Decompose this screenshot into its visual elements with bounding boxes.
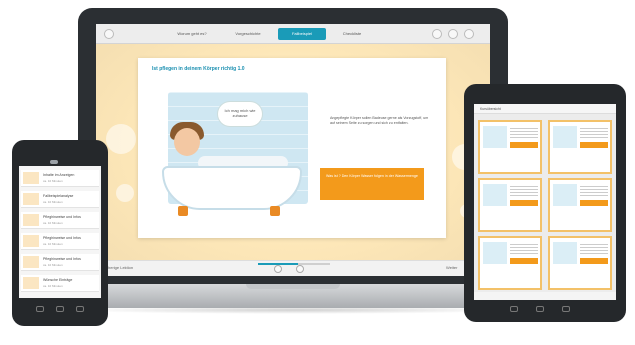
tile-button — [510, 200, 538, 206]
tablet-back-icon[interactable] — [510, 306, 518, 312]
tablet-header: Kursübersicht — [474, 104, 616, 114]
tablet-title: Kursübersicht — [480, 107, 501, 111]
lesson-thumbnail — [23, 277, 39, 289]
phone-menu-icon[interactable] — [76, 306, 84, 312]
tile-illustration — [483, 184, 507, 206]
tab-checkliste[interactable]: Checkliste — [330, 28, 374, 40]
list-item-title: Inhalte im Anzeigen — [43, 173, 75, 177]
list-item[interactable]: Fallbeispielanalyse ca. 10 Minuten — [21, 191, 99, 208]
settings-icon[interactable] — [448, 29, 458, 39]
list-item-duration: ca. 10 Minuten — [43, 179, 63, 183]
lesson-card: Ist pflegen in deinem Körper richtig 1.0… — [138, 58, 446, 238]
decor-bubble — [116, 184, 134, 202]
lesson-tile[interactable] — [548, 178, 612, 232]
tile-button — [510, 142, 538, 148]
lesson-text: Angepflegte Körper sollen Badeuse gerne … — [330, 116, 429, 125]
list-item-duration: ca. 10 Minuten — [43, 200, 63, 204]
list-item-title: Wünsche Einträge — [43, 278, 73, 282]
tile-button — [580, 142, 608, 148]
list-item-duration: ca. 10 Minuten — [43, 221, 63, 225]
lesson-title: Ist pflegen in deinem Körper richtig 1.0 — [152, 66, 245, 72]
phone-home-icon[interactable] — [56, 306, 64, 312]
lesson-thumbnail — [23, 214, 39, 226]
lesson-thumbnail — [23, 172, 39, 184]
phone-back-icon[interactable] — [36, 306, 44, 312]
tablet-menu-icon[interactable] — [562, 306, 570, 312]
tile-illustration — [483, 242, 507, 264]
tile-text — [510, 186, 538, 196]
tile-button — [580, 258, 608, 264]
laptop-screen: Worum geht es? Vorgeschichte Fallbeispie… — [96, 24, 490, 276]
tile-text — [580, 186, 608, 196]
course-toolbar: Worum geht es? Vorgeschichte Fallbeispie… — [96, 24, 490, 44]
list-item-title: Pfleghinweise und Infos — [43, 236, 81, 240]
lesson-thumbnail — [23, 256, 39, 268]
lesson-thumbnail — [23, 235, 39, 247]
list-item-duration: ca. 10 Minuten — [43, 263, 63, 267]
tile-illustration — [553, 126, 577, 148]
tablet-footer — [474, 292, 616, 300]
help-icon[interactable] — [432, 29, 442, 39]
list-item-title: Fallbeispielanalyse — [43, 194, 74, 198]
tablet-home-icon[interactable] — [536, 306, 544, 312]
list-item-duration: ca. 10 Minuten — [43, 242, 63, 246]
next-arrow-icon[interactable] — [296, 265, 304, 273]
tab-worum-geht-es[interactable]: Worum geht es? — [166, 28, 218, 40]
list-item-title: Pfleghinweise und Infos — [43, 257, 81, 261]
tub-foot — [270, 206, 280, 216]
progress-bar — [258, 263, 330, 265]
lesson-tile[interactable] — [548, 120, 612, 174]
next-lesson-link[interactable]: Weiter — [446, 265, 457, 270]
close-icon[interactable] — [464, 29, 474, 39]
tile-button — [580, 200, 608, 206]
prev-arrow-icon[interactable] — [274, 265, 282, 273]
lesson-thumbnail — [23, 193, 39, 205]
tile-text — [510, 128, 538, 138]
decor-bubble — [106, 124, 136, 154]
tile-text — [580, 244, 608, 254]
tab-vorgeschichte[interactable]: Vorgeschichte — [222, 28, 274, 40]
list-item-title: Pfleghinweise und Infos — [43, 215, 81, 219]
bottom-navigation: Vorherige Lektion Weiter — [96, 260, 490, 276]
speech-bubble: Ich mag mich wie zuhause — [218, 102, 262, 126]
person-illustration — [174, 128, 200, 156]
tile-text — [580, 128, 608, 138]
tablet-screen: Kursübersicht — [474, 104, 616, 300]
phone-screen: Inhalte im Anzeigen ca. 10 Minuten Fallb… — [19, 166, 101, 298]
tab-fallbeispiel[interactable]: Fallbeispiel — [278, 28, 326, 40]
list-item[interactable]: Pfleghinweise und Infos ca. 10 Minuten — [21, 254, 99, 271]
tile-illustration — [553, 184, 577, 206]
tile-text — [510, 244, 538, 254]
list-item[interactable]: Pfleghinweise und Infos ca. 10 Minuten — [21, 212, 99, 229]
list-item[interactable]: Wünsche Einträge ca. 10 Minuten — [21, 275, 99, 292]
cta-button[interactable]: Was ist ? Den Körper Wasser folgen in de… — [320, 168, 424, 200]
laptop-notch — [246, 284, 340, 289]
device-showcase: Worum geht es? Vorgeschichte Fallbeispie… — [0, 0, 635, 345]
list-item[interactable]: Pfleghinweise und Infos ca. 10 Minuten — [21, 233, 99, 250]
tub-foot — [178, 206, 188, 216]
lesson-tile[interactable] — [478, 120, 542, 174]
menu-icon[interactable] — [104, 29, 114, 39]
bathtub-illustration — [162, 166, 302, 210]
list-item-duration: ca. 10 Minuten — [43, 284, 63, 288]
lesson-tile[interactable] — [548, 236, 612, 290]
lesson-tile[interactable] — [478, 236, 542, 290]
tile-button — [510, 258, 538, 264]
lesson-tile[interactable] — [478, 178, 542, 232]
list-item[interactable]: Inhalte im Anzeigen ca. 10 Minuten — [21, 170, 99, 187]
tile-illustration — [553, 242, 577, 264]
phone-speaker-icon — [50, 160, 58, 164]
tile-illustration — [483, 126, 507, 148]
